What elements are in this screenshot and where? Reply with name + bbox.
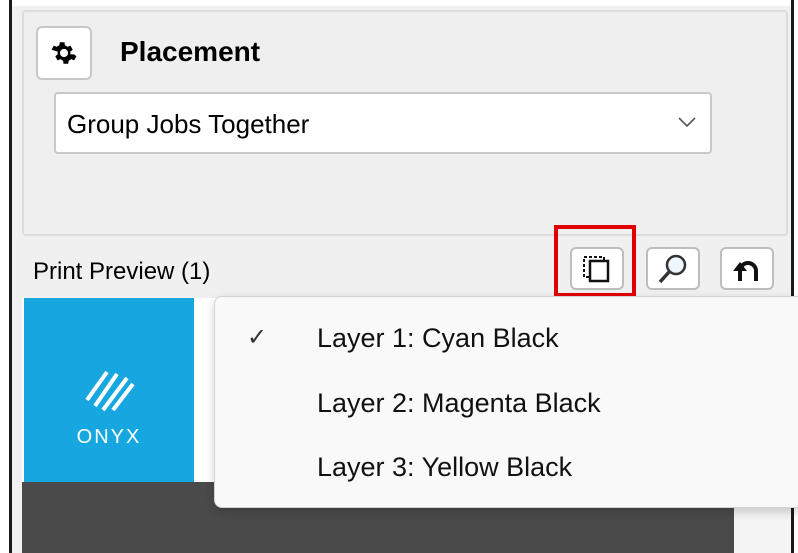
magnifier-icon	[658, 254, 687, 283]
layer-menu: ✓ Layer 1: Cyan Black Layer 2: Magenta B…	[214, 296, 798, 508]
menu-item-layer-2[interactable]: Layer 2: Magenta Black	[215, 374, 798, 432]
onyx-logo-icon	[85, 370, 135, 412]
chevron-down-icon	[678, 117, 696, 128]
thumbnail-brand-text: ONYX	[76, 426, 142, 448]
placement-settings-button[interactable]	[36, 26, 92, 80]
menu-item-label: Layer 1: Cyan Black	[317, 323, 559, 353]
zoom-button[interactable]	[646, 247, 700, 290]
menu-item-layer-1[interactable]: ✓ Layer 1: Cyan Black	[215, 309, 798, 367]
undo-button[interactable]	[720, 247, 774, 290]
layers-button-highlight	[554, 225, 636, 297]
placement-dropdown-value: Group Jobs Together	[67, 109, 310, 139]
job-thumbnail[interactable]: ONYX	[24, 298, 194, 482]
placement-title: Placement	[120, 36, 261, 67]
print-preview-label: Print Preview (1)	[33, 258, 211, 285]
menu-item-layer-3[interactable]: Layer 3: Yellow Black	[215, 438, 798, 496]
gear-icon	[51, 42, 77, 64]
check-icon: ✓	[247, 324, 268, 351]
window-left-border	[0, 0, 12, 553]
placement-dropdown[interactable]: Group Jobs Together	[54, 92, 712, 154]
top-strip	[12, 0, 791, 6]
menu-item-label: Layer 2: Magenta Black	[317, 388, 601, 418]
menu-item-label: Layer 3: Yellow Black	[317, 452, 573, 482]
undo-icon	[733, 260, 758, 281]
